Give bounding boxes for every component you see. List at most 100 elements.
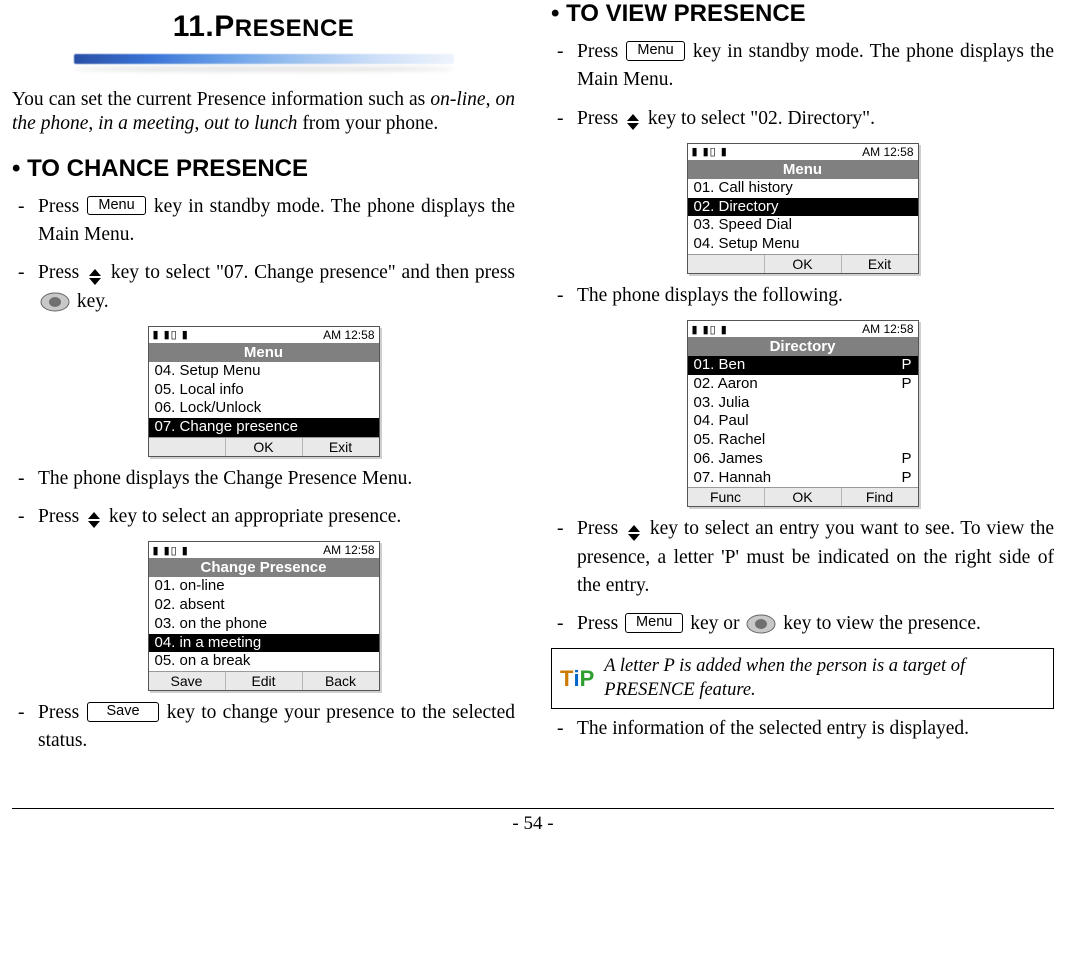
softkeys: OKExit xyxy=(149,437,379,456)
right-step-4: Press key to select an entry you want to… xyxy=(551,515,1054,600)
softkey: OK xyxy=(764,255,841,273)
text: Press xyxy=(38,196,85,217)
status-bar: ▮ ▮▯ ▮ AM 12:58 xyxy=(688,321,918,337)
left-step-3: The phone displays the Change Presence M… xyxy=(12,465,515,493)
divider-graphic xyxy=(74,48,454,74)
list-item: 06. JamesP xyxy=(688,450,918,469)
intro-i1: on-line xyxy=(430,89,485,110)
right-steps-2: The phone displays the following. xyxy=(551,282,1054,310)
left-column: 11.PRESENCE You can set the current Pres… xyxy=(12,0,515,766)
softkeys: FuncOKFind xyxy=(688,487,918,506)
screen-title: Change Presence xyxy=(149,558,379,577)
intro-post: from your phone. xyxy=(297,113,438,134)
list-item: 04. Paul xyxy=(688,412,918,431)
updown-icon xyxy=(86,511,102,529)
text: key. xyxy=(72,291,109,312)
right-step-3: The phone displays the following. xyxy=(551,282,1054,310)
list-item: 05. on a break xyxy=(149,652,379,671)
updown-icon xyxy=(625,113,641,131)
status-icons: ▮ ▮▯ ▮ xyxy=(692,145,728,158)
menu-key: Menu xyxy=(626,41,684,61)
text: Press xyxy=(577,41,624,62)
list-item: 04. Setup Menu xyxy=(688,235,918,254)
softkey: OK xyxy=(764,488,841,506)
left-step-4: Press key to select an appropriate prese… xyxy=(12,503,515,531)
list-item: 06. Lock/Unlock xyxy=(149,399,379,418)
text: key to select "07. Change presence" and … xyxy=(105,262,515,283)
softkey xyxy=(688,255,764,273)
text: Press xyxy=(577,518,624,539)
screen-title: Menu xyxy=(149,343,379,362)
status-time: AM 12:58 xyxy=(862,145,913,159)
text: key to select an entry you want to see. … xyxy=(577,518,1054,596)
right-steps-3: Press key to select an entry you want to… xyxy=(551,515,1054,638)
text: Press xyxy=(577,108,623,129)
status-time: AM 12:58 xyxy=(862,322,913,336)
left-step-2: Press key to select "07. Change presence… xyxy=(12,259,515,316)
list-item: 01. on-line xyxy=(149,577,379,596)
text: key to view the presence. xyxy=(778,613,981,634)
tip-icon: TiP xyxy=(560,665,594,693)
chapter-title: 11.PRESENCE xyxy=(12,10,515,44)
menu-list: 01. Call history02. Directory03. Speed D… xyxy=(688,179,918,254)
list-item: 03. on the phone xyxy=(149,615,379,634)
softkey: Func xyxy=(688,488,764,506)
left-steps-3: Press Save key to change your presence t… xyxy=(12,699,515,756)
list-item: 02. absent xyxy=(149,596,379,615)
ok-icon xyxy=(746,614,776,634)
right-step-2: Press key to select "02. Directory". xyxy=(551,105,1054,133)
intro-c2: , xyxy=(88,113,98,134)
status-bar: ▮ ▮▯ ▮ AM 12:58 xyxy=(149,542,379,558)
text: Press xyxy=(38,506,84,527)
phone-screen-directory: ▮ ▮▯ ▮ AM 12:58 Directory 01. BenP02. Aa… xyxy=(687,320,919,507)
list-item: 02. Directory xyxy=(688,198,918,217)
left-step-1: Press Menu key in standby mode. The phon… xyxy=(12,193,515,250)
presence-list: 01. on-line02. absent03. on the phone04.… xyxy=(149,577,379,671)
softkey: Back xyxy=(302,672,379,690)
text: key to select an appropriate presence. xyxy=(104,506,401,527)
status-icons: ▮ ▮▯ ▮ xyxy=(153,544,189,557)
intro-c3: , xyxy=(195,113,205,134)
right-steps: Press Menu key in standby mode. The phon… xyxy=(551,38,1054,133)
heading-view-presence: • TO VIEW PRESENCE xyxy=(551,0,1054,28)
ok-icon xyxy=(40,292,70,312)
softkey: Find xyxy=(841,488,918,506)
chapter-word-first: P xyxy=(214,10,235,43)
right-step-5: Press Menu key or key to view the presen… xyxy=(551,610,1054,638)
text: key or xyxy=(685,613,744,634)
phone-screen-change-presence: ▮ ▮▯ ▮ AM 12:58 Change Presence 01. on-l… xyxy=(148,541,380,691)
list-item: 03. Speed Dial xyxy=(688,216,918,235)
status-icons: ▮ ▮▯ ▮ xyxy=(692,323,728,336)
intro-pre: You can set the current Presence informa… xyxy=(12,89,430,110)
list-item: 04. Setup Menu xyxy=(149,362,379,381)
heading-change-presence: • TO CHANCE PRESENCE xyxy=(12,155,515,183)
list-item: 02. AaronP xyxy=(688,375,918,394)
list-item: 01. BenP xyxy=(688,356,918,375)
intro-c1: , xyxy=(486,89,496,110)
right-column: • TO VIEW PRESENCE Press Menu key in sta… xyxy=(551,0,1054,766)
phone-screen-menu-2: ▮ ▮▯ ▮ AM 12:58 Menu 01. Call history02.… xyxy=(687,143,919,274)
left-step-5: Press Save key to change your presence t… xyxy=(12,699,515,756)
text: Press xyxy=(38,702,85,723)
text: Press xyxy=(577,613,623,634)
menu-key: Menu xyxy=(625,613,683,633)
screen-title: Directory xyxy=(688,337,918,356)
softkeys: OKExit xyxy=(688,254,918,273)
softkey: OK xyxy=(225,438,302,456)
softkey: Save xyxy=(149,672,225,690)
updown-icon xyxy=(87,268,103,286)
phone-screen-menu: ▮ ▮▯ ▮ AM 12:58 Menu 04. Setup Menu05. L… xyxy=(148,326,380,457)
left-steps-2: The phone displays the Change Presence M… xyxy=(12,465,515,532)
text: Press xyxy=(38,262,85,283)
softkey: Exit xyxy=(841,255,918,273)
list-item: 03. Julia xyxy=(688,394,918,413)
intro-i3: in a meeting xyxy=(98,113,194,134)
list-item: 05. Local info xyxy=(149,381,379,400)
list-item: 01. Call history xyxy=(688,179,918,198)
page: 11.PRESENCE You can set the current Pres… xyxy=(0,0,1066,778)
intro-i4: out to lunch xyxy=(204,113,297,134)
tip-box: TiP A letter P is added when the person … xyxy=(551,648,1054,708)
status-icons: ▮ ▮▯ ▮ xyxy=(153,328,189,341)
list-item: 04. in a meeting xyxy=(149,634,379,653)
menu-key: Menu xyxy=(87,196,145,216)
